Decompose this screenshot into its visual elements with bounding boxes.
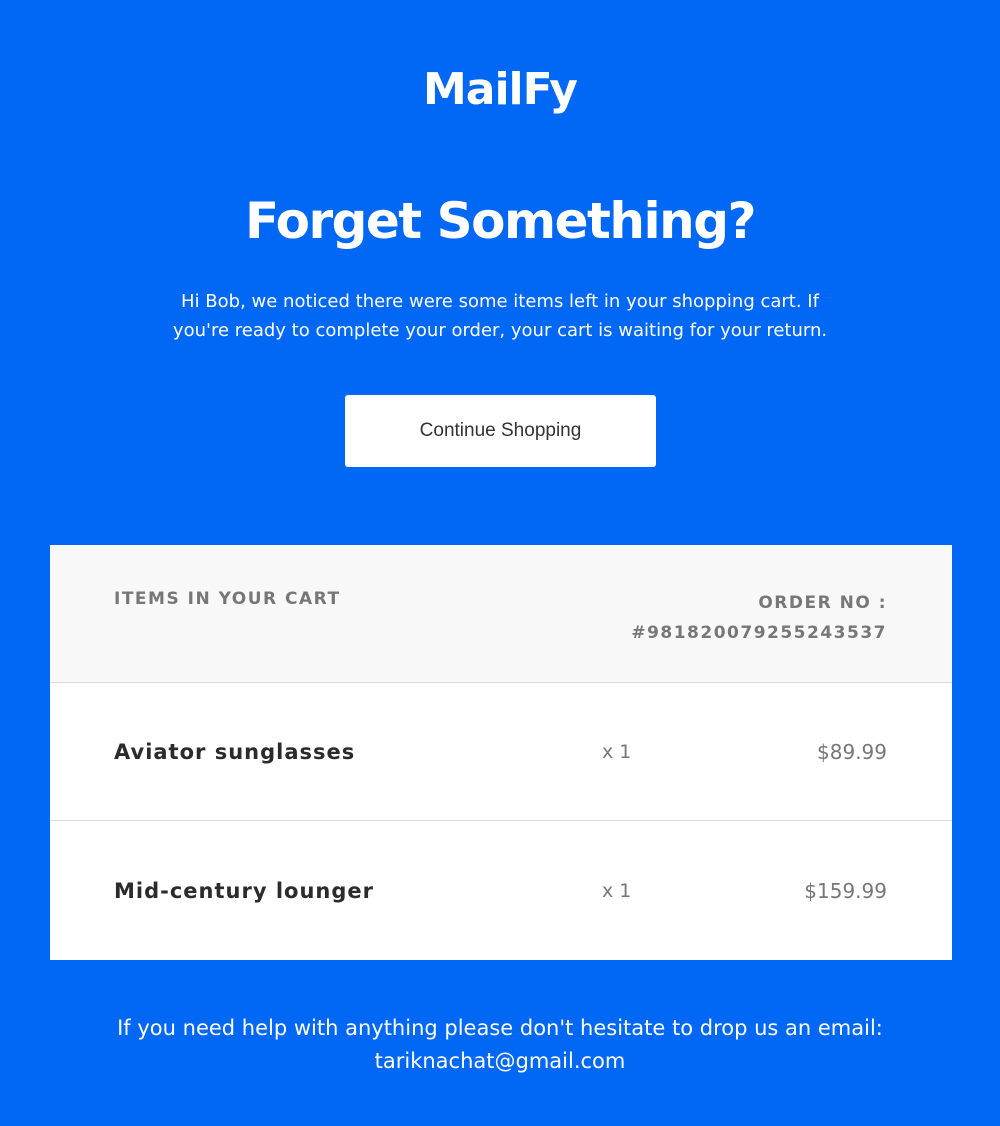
footer-help: If you need help with anything please do… — [0, 1012, 1000, 1078]
continue-shopping-button[interactable]: Continue Shopping — [345, 395, 656, 467]
page-title: Forget Something? — [244, 192, 757, 250]
cart-item-price: $159.99 — [804, 879, 887, 903]
intro-message: Hi Bob, we noticed there were some items… — [150, 287, 850, 345]
cart-header: ITEMS IN YOUR CART ORDER NO : #981820079… — [50, 545, 952, 683]
order-number-value: #981820079255243537 — [631, 623, 887, 643]
cart-item-row: Mid-century lounger x 1 $159.99 — [50, 822, 952, 960]
cart-item-name: Aviator sunglasses — [114, 740, 356, 764]
cart-item-row: Aviator sunglasses x 1 $89.99 — [50, 683, 952, 821]
footer-email-link[interactable]: tariknachat@gmail.com — [0, 1045, 1000, 1078]
order-number-block: ORDER NO : #981820079255243537 — [631, 588, 887, 648]
order-number-label: ORDER NO : — [758, 593, 887, 613]
cart-heading: ITEMS IN YOUR CART — [114, 589, 341, 609]
cart-item-quantity: x 1 — [602, 880, 632, 902]
footer-help-text: If you need help with anything please do… — [117, 1016, 883, 1040]
brand-logo: MailFy — [423, 64, 578, 115]
intro-message-line-1: Hi Bob, we noticed there were some items… — [181, 291, 819, 312]
cart-item-name: Mid-century lounger — [114, 879, 374, 903]
intro-message-line-2: you're ready to complete your order, you… — [172, 320, 828, 341]
cart-table: ITEMS IN YOUR CART ORDER NO : #981820079… — [50, 545, 952, 960]
cart-item-quantity: x 1 — [602, 741, 632, 763]
cart-item-price: $89.99 — [817, 740, 887, 764]
